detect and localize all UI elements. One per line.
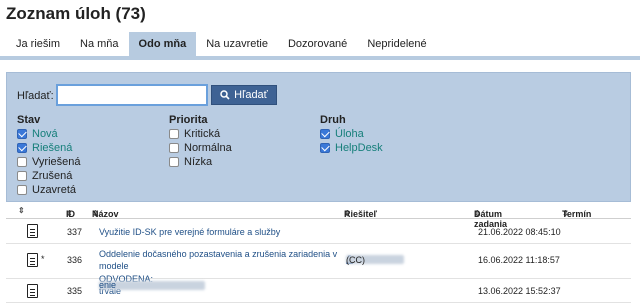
tab-ja-riesim[interactable]: Ja riešim (6, 32, 70, 56)
star-marker-icon: * (41, 254, 45, 264)
filter-group-stav: Stav Nová Riešená Vyriešená Zrušená Uzav… (17, 114, 81, 197)
table-header: ⇕ ⇕ ID ⇕ Názov ⇕ Riešiteľ ⇕ Dátum zadani… (6, 203, 631, 229)
group-title-druh: Druh (320, 114, 346, 126)
page-title: Zoznam úloh (73) (6, 4, 146, 23)
row-name-link[interactable]: Oddelenie dočasného pozastavenia a zruše… (99, 248, 339, 272)
filter-group-druh: Druh Úloha HelpDesk (320, 114, 383, 155)
tab-dozorovane[interactable]: Dozorované (278, 32, 357, 56)
row-date: 21.06.2022 08:45:10 (478, 227, 561, 237)
search-input[interactable] (56, 84, 208, 106)
task-table: ⇕ ⇕ ID ⇕ Názov ⇕ Riešiteľ ⇕ Dátum zadani… (6, 203, 631, 303)
row-date: 16.06.2022 11:18:57 (478, 255, 560, 265)
checkbox-kriticka[interactable]: Kritická (169, 127, 232, 141)
checkbox-icon (17, 129, 27, 139)
checkbox-vyriesena[interactable]: Vyriešená (17, 155, 81, 169)
checkbox-zrusena[interactable]: Zrušená (17, 169, 81, 183)
checkbox-icon (17, 171, 27, 181)
search-button-label: Hľadať (234, 89, 268, 101)
row-id: 337 (67, 227, 83, 237)
checkbox-icon (169, 157, 179, 167)
checkbox-helpdesk[interactable]: HelpDesk (320, 141, 383, 155)
checkbox-icon (320, 143, 330, 153)
checkbox-icon (320, 129, 330, 139)
tab-na-mna[interactable]: Na mňa (70, 32, 129, 56)
checkbox-riesena[interactable]: Riešená (17, 141, 81, 155)
group-title-priorita: Priorita (169, 114, 208, 126)
row-name-link[interactable]: Využitie ID-SK pre verejné formuláre a s… (99, 226, 280, 238)
row-id: 335 (67, 286, 83, 296)
tab-nepridelene[interactable]: Nepridelené (357, 32, 436, 56)
solver-cc: (CC) (346, 254, 365, 265)
document-icon (27, 224, 38, 238)
search-label: Hľadať: (17, 90, 54, 102)
group-title-stav: Stav (17, 114, 41, 126)
filter-group-priorita: Priorita Kritická Normálna Nízka (169, 114, 232, 169)
tab-underline (0, 56, 640, 60)
search-button[interactable]: Hľadať (211, 85, 277, 105)
checkbox-uloha[interactable]: Úloha (320, 127, 383, 141)
document-icon (27, 253, 38, 267)
checkbox-icon (17, 143, 27, 153)
checkbox-icon (169, 129, 179, 139)
table-row[interactable]: 337 Využitie ID-SK pre verejné formuláre… (6, 219, 631, 244)
tab-bar: Ja riešim Na mňa Odo mňa Na uzavretie Do… (6, 32, 437, 56)
checkbox-uzavreta[interactable]: Uzavretá (17, 183, 81, 197)
checkbox-icon (169, 143, 179, 153)
document-icon (27, 284, 38, 298)
row-solver: (CC) (346, 255, 404, 265)
row-id: 336 (67, 255, 83, 265)
row-date: 13.06.2022 15:52:37 (478, 286, 561, 296)
checkbox-nizka[interactable]: Nízka (169, 155, 232, 169)
checkbox-nova[interactable]: Nová (17, 127, 81, 141)
checkbox-icon (17, 157, 27, 167)
checkbox-normalna[interactable]: Normálna (169, 141, 232, 155)
sort-icon[interactable]: ⇕ (18, 206, 25, 215)
tab-na-uzavretie[interactable]: Na uzavretie (196, 32, 278, 56)
tab-odo-mna[interactable]: Odo mňa (128, 32, 197, 56)
checkbox-icon (17, 185, 27, 195)
filter-panel: Hľadať: Hľadať Stav Nová Riešená Vyrieše… (6, 72, 631, 202)
search-icon (220, 90, 230, 100)
table-row[interactable]: 335 ODVODENA: trvalé enie 13.06.2022 15:… (6, 274, 631, 303)
